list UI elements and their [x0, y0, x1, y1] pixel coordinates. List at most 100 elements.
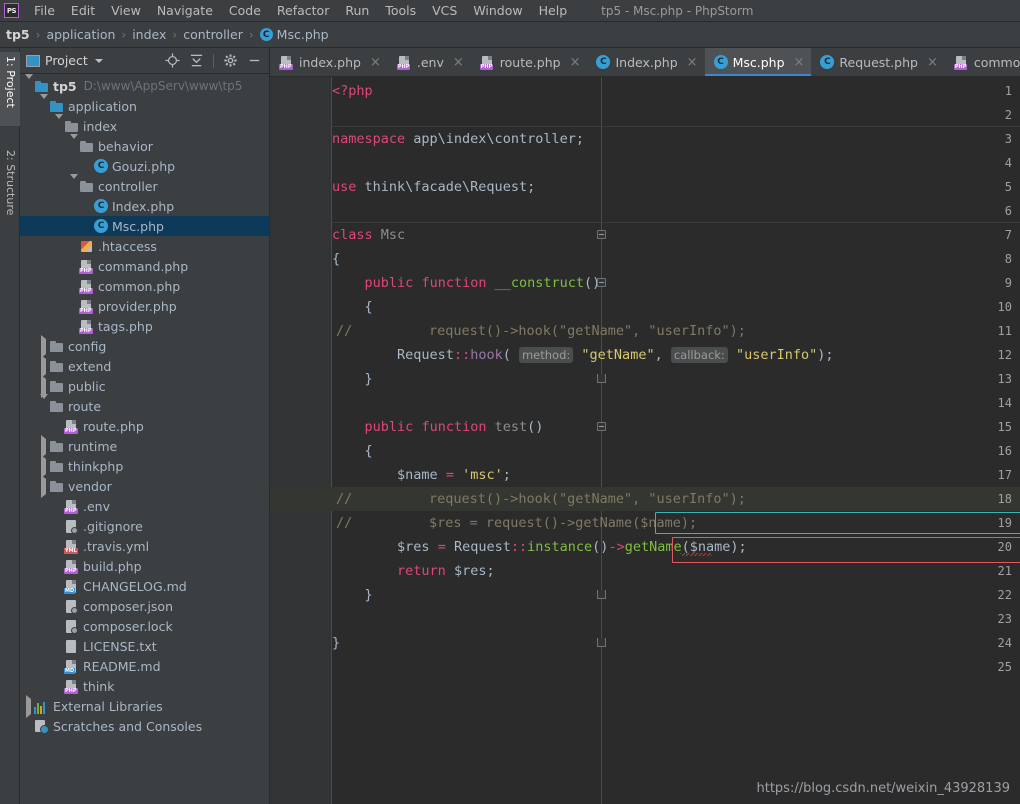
fold-end-icon[interactable]	[597, 638, 606, 647]
project-tree[interactable]: tp5 D:\www\AppServ\www\tp5 application inde…	[20, 74, 269, 804]
tree-node-scratches-and-consoles[interactable]: Scratches and Consoles	[20, 716, 269, 736]
collapse-all-icon[interactable]	[189, 53, 204, 68]
tree-node-think[interactable]: PHP think	[20, 676, 269, 696]
close-icon[interactable]: ×	[570, 56, 581, 69]
class-file-icon: C	[596, 55, 611, 69]
tree-node-index-php[interactable]: C Index.php	[20, 196, 269, 216]
breadcrumb-item-index[interactable]: index	[132, 27, 166, 42]
close-icon[interactable]: ×	[370, 56, 381, 69]
menu-item-refactor[interactable]: Refactor	[269, 1, 337, 20]
tree-node-common-php[interactable]: PHP common.php	[20, 276, 269, 296]
tree-node-tp5[interactable]: tp5 D:\www\AppServ\www\tp5	[20, 74, 269, 96]
menu-bar: PS File Edit View Navigate Code Refactor…	[0, 0, 1020, 22]
collapse-arrow-icon[interactable]	[25, 74, 33, 94]
fold-end-icon[interactable]	[597, 590, 606, 599]
tree-node-tags-php[interactable]: PHP tags.php	[20, 316, 269, 336]
fold-end-icon[interactable]	[597, 374, 606, 383]
tree-node--gitignore[interactable]: .gitignore	[20, 516, 269, 536]
collapse-arrow-icon[interactable]	[40, 393, 48, 414]
php-file-icon: PHP	[479, 55, 495, 70]
text-file-icon	[64, 639, 79, 654]
tree-node-behavior[interactable]: behavior	[20, 133, 269, 156]
tree-node-label: build.php	[83, 558, 142, 574]
editor-tab--env[interactable]: PHP .env ×	[388, 48, 471, 76]
class-file-icon: C	[820, 55, 835, 69]
collapse-arrow-icon[interactable]	[70, 173, 78, 194]
tree-node-build-php[interactable]: PHP build.php	[20, 556, 269, 576]
editor-tab-index-php[interactable]: C Index.php ×	[587, 48, 704, 76]
menu-item-run[interactable]: Run	[337, 1, 377, 20]
menu-item-view[interactable]: View	[103, 1, 149, 20]
tree-node-gouzi-php[interactable]: C Gouzi.php	[20, 156, 269, 176]
menu-item-tools[interactable]: Tools	[377, 1, 424, 20]
locate-icon[interactable]	[165, 53, 180, 68]
expand-arrow-icon[interactable]	[26, 694, 31, 718]
tree-node-label: tags.php	[98, 318, 153, 334]
tree-node--htaccess[interactable]: .htaccess	[20, 236, 269, 256]
tree-node-msc-php[interactable]: C Msc.php	[20, 216, 269, 236]
chevron-down-icon[interactable]	[94, 58, 103, 63]
fold-collapse-icon[interactable]	[597, 422, 606, 431]
menu-item-navigate[interactable]: Navigate	[149, 1, 221, 20]
menu-item-vcs[interactable]: VCS	[424, 1, 465, 20]
menu-item-window[interactable]: Window	[465, 1, 530, 20]
tree-node--travis-yml[interactable]: YML .travis.yml	[20, 536, 269, 556]
editor-tab-common-php[interactable]: PHPcommon.php×	[945, 48, 1020, 76]
tree-node-thinkphp[interactable]: thinkphp	[20, 454, 269, 478]
breadcrumb-item-tp5[interactable]: tp5	[6, 27, 30, 42]
menu-item-edit[interactable]: Edit	[63, 1, 103, 20]
breadcrumb-item-application[interactable]: application	[46, 27, 115, 42]
code-editor[interactable]: 1 <?php 2 3 namespace app\index\controller; 4…	[270, 77, 1020, 804]
tree-node-label: controller	[98, 178, 158, 194]
breadcrumb-item-file[interactable]: Msc.php	[277, 27, 329, 42]
expand-arrow-icon[interactable]	[41, 474, 46, 498]
tree-node-composer-json[interactable]: composer.json	[20, 596, 269, 616]
tree-node-composer-lock[interactable]: composer.lock	[20, 616, 269, 636]
tree-node-label: Gouzi.php	[112, 158, 176, 174]
tree-node-controller[interactable]: controller	[20, 173, 269, 196]
editor-tab-index-php[interactable]: PHP index.php ×	[270, 48, 388, 76]
collapse-arrow-icon[interactable]	[70, 133, 78, 154]
tree-node-vendor[interactable]: vendor	[20, 474, 269, 498]
tree-node-runtime[interactable]: runtime	[20, 434, 269, 458]
tree-node--env[interactable]: PHP .env	[20, 496, 269, 516]
menu-item-code[interactable]: Code	[221, 1, 269, 20]
gear-icon[interactable]	[223, 53, 238, 68]
menu-item-file[interactable]: File	[26, 1, 63, 20]
line-number: 14	[997, 396, 1012, 410]
breadcrumb-item-controller[interactable]: controller	[183, 27, 243, 42]
tool-tab-structure[interactable]: 2: Structure	[0, 146, 20, 244]
folder-icon	[49, 379, 64, 394]
tree-node-public[interactable]: public	[20, 374, 269, 398]
code-line: <?php	[332, 83, 373, 99]
editor-tab-bar[interactable]: PHP index.php × PHP .env × PHP route.php × C Index…	[270, 48, 1020, 77]
fold-collapse-icon[interactable]	[597, 278, 606, 287]
tree-node-extend[interactable]: extend	[20, 354, 269, 378]
tree-node-route-php[interactable]: PHP route.php	[20, 416, 269, 436]
tree-node-application[interactable]: application	[20, 93, 269, 116]
tree-node-command-php[interactable]: PHP command.php	[20, 256, 269, 276]
close-icon[interactable]: ×	[453, 56, 464, 69]
editor-tab-request-php[interactable]: C Request.php ×	[811, 48, 944, 76]
collapse-arrow-icon[interactable]	[55, 113, 63, 134]
tree-node-external-libraries[interactable]: External Libraries	[20, 694, 269, 718]
collapse-arrow-icon[interactable]	[40, 93, 48, 114]
tree-node-changelog-md[interactable]: MD CHANGELOG.md	[20, 576, 269, 596]
tool-tab-project[interactable]: 1: Project	[0, 52, 20, 126]
tree-node-provider-php[interactable]: PHP provider.php	[20, 296, 269, 316]
close-icon[interactable]: ×	[927, 56, 938, 69]
close-icon[interactable]: ×	[794, 56, 805, 69]
close-icon[interactable]: ×	[687, 56, 698, 69]
menu-item-help[interactable]: Help	[531, 1, 576, 20]
tree-node-route[interactable]: route	[20, 393, 269, 416]
editor-tab-route-php[interactable]: PHP route.php ×	[471, 48, 588, 76]
breadcrumb: tp5 › application › index › controller ›…	[0, 22, 1020, 48]
fold-collapse-icon[interactable]	[597, 230, 606, 239]
tree-node-readme-md[interactable]: MD README.md	[20, 656, 269, 676]
editor-tab-msc-php[interactable]: C Msc.php ×	[704, 48, 812, 76]
code-line: {	[364, 443, 373, 459]
tree-node-config[interactable]: config	[20, 334, 269, 358]
minimize-icon[interactable]	[247, 53, 262, 68]
tree-node-index[interactable]: index	[20, 113, 269, 136]
tree-node-license-txt[interactable]: LICENSE.txt	[20, 636, 269, 656]
